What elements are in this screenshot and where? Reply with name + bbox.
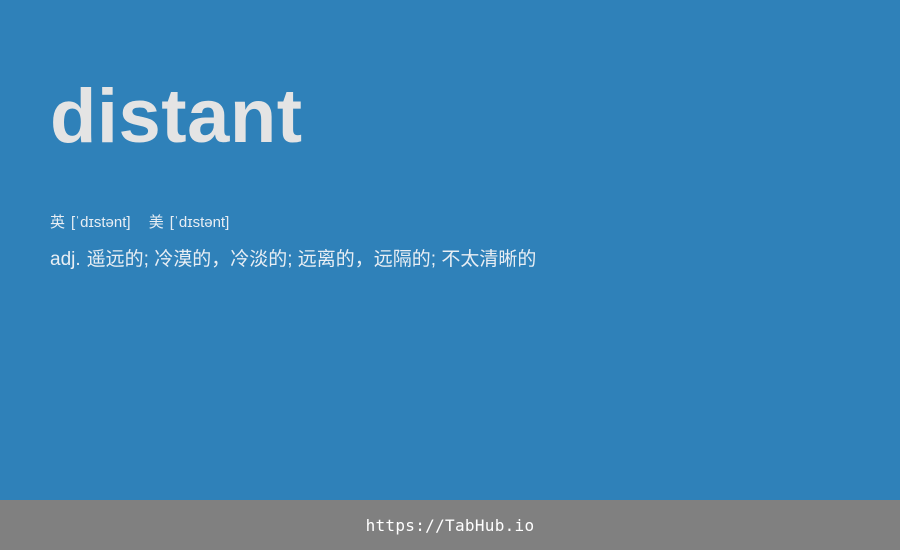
- phonetic-ipa: [ˈdɪstənt]: [169, 214, 230, 231]
- definition: adj. 遥远的; 冷漠的，冷淡的; 远离的，远隔的; 不太清晰的: [50, 246, 536, 274]
- phonetic-us: 美 [ˈdɪstənt]: [149, 212, 230, 234]
- footer-bar: https://TabHub.io: [0, 500, 900, 550]
- part-of-speech: adj.: [50, 249, 81, 270]
- phonetic-uk: 英 [ˈdɪstənt]: [50, 212, 131, 234]
- tabhub-link[interactable]: https://TabHub.io: [366, 516, 535, 535]
- phonetics-row: 英 [ˈdɪstənt] 美 [ˈdɪstənt]: [50, 212, 243, 234]
- phonetic-region-label: 英: [50, 214, 66, 231]
- definition-text: 遥远的; 冷漠的，冷淡的; 远离的，远隔的; 不太清晰的: [86, 249, 537, 270]
- headword: distant: [50, 74, 303, 159]
- word-card: distant 英 [ˈdɪstənt] 美 [ˈdɪstənt] adj. 遥远的;…: [0, 0, 900, 500]
- phonetic-ipa: [ˈdɪstənt]: [71, 214, 131, 231]
- phonetic-region-label: 美: [148, 214, 164, 231]
